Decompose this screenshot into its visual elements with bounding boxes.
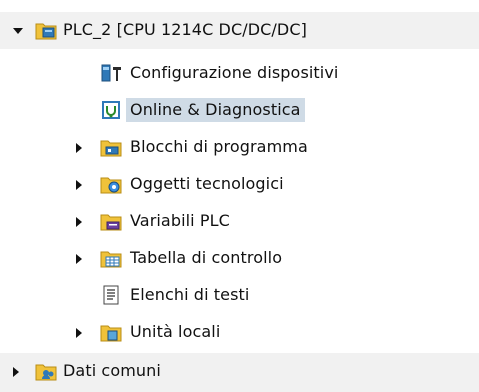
technology-objects-folder-icon	[100, 177, 122, 194]
tree-item-plc[interactable]: PLC_2 [CPU 1214C DC/DC/DC]	[0, 12, 479, 49]
tree-item-device-config[interactable]: Configurazione dispositivi	[0, 55, 479, 92]
tree-item-label: Dati comuni	[63, 361, 161, 380]
tree-item-watch-table[interactable]: Tabella di controllo	[0, 240, 479, 277]
expand-arrow-icon[interactable]	[76, 254, 82, 264]
plc-folder-icon	[35, 23, 57, 40]
expand-arrow-icon[interactable]	[76, 217, 82, 227]
tree-item-program-blocks[interactable]: Blocchi di programma	[0, 129, 479, 166]
plc-tags-folder-icon	[100, 214, 122, 231]
text-lists-icon	[103, 285, 119, 305]
local-modules-folder-icon	[100, 325, 122, 342]
tree-item-label: Elenchi di testi	[130, 285, 250, 304]
common-data-folder-icon	[35, 364, 57, 381]
tree-item-local-modules[interactable]: Unità locali	[0, 314, 479, 351]
tree-item-label: Unità locali	[130, 322, 221, 341]
tree-item-label: Oggetti tecnologici	[130, 174, 284, 193]
tree-item-common-data[interactable]: Dati comuni	[0, 353, 479, 392]
tree-item-online-diagnostics[interactable]: Online & Diagnostica	[0, 92, 479, 129]
watch-table-folder-icon	[100, 251, 122, 268]
tree-item-label: PLC_2 [CPU 1214C DC/DC/DC]	[63, 20, 307, 39]
expand-arrow-icon[interactable]	[76, 180, 82, 190]
expand-arrow-icon[interactable]	[76, 328, 82, 338]
online-diagnostics-icon	[102, 101, 120, 119]
collapse-arrow-icon[interactable]	[13, 28, 23, 34]
device-config-icon	[101, 64, 121, 82]
tree-item-text-lists[interactable]: Elenchi di testi	[0, 277, 479, 314]
expand-arrow-icon[interactable]	[76, 143, 82, 153]
tree-item-label: Variabili PLC	[130, 211, 230, 230]
tree-item-label: Tabella di controllo	[130, 248, 283, 267]
tree-item-label: Configurazione dispositivi	[130, 63, 339, 82]
tree-item-label: Blocchi di programma	[130, 137, 308, 156]
expand-arrow-icon[interactable]	[13, 367, 19, 377]
program-blocks-folder-icon	[100, 140, 122, 157]
tree-item-technology-objects[interactable]: Oggetti tecnologici	[0, 166, 479, 203]
tree-item-label: Online & Diagnostica	[126, 98, 305, 122]
tree-item-plc-tags[interactable]: Variabili PLC	[0, 203, 479, 240]
